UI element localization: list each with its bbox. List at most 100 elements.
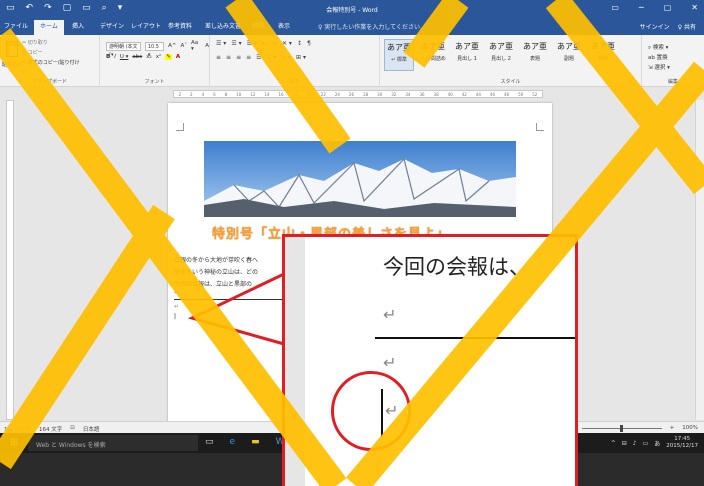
justify-button[interactable]: ≡ <box>246 54 251 61</box>
align-left-button[interactable]: ≡ <box>216 54 221 61</box>
word-count[interactable]: 164 文字 <box>39 425 62 433</box>
shading-button[interactable]: ◇ ▾ <box>281 54 291 61</box>
language-indicator[interactable]: 日本語 <box>83 425 100 433</box>
network-icon[interactable]: ⊟ <box>622 440 627 447</box>
font-size-select[interactable]: 10.5 ▾ <box>144 41 165 58</box>
show-hidden-icon[interactable]: ^ <box>611 440 616 447</box>
clock-date: 2015/12/17 <box>666 443 698 449</box>
align-right-button[interactable]: ≡ <box>236 54 241 61</box>
ruler-tick-label: 22 <box>320 92 326 97</box>
tab-file[interactable]: ファイル <box>4 22 28 31</box>
maximize-icon[interactable]: ▢ <box>664 3 672 13</box>
style-normal[interactable]: あア亜 ↵ 標準 <box>384 39 414 71</box>
tab-layout[interactable]: レイアウト <box>131 22 161 31</box>
taskbar-search[interactable]: Web と Windows を検索 <box>28 435 198 451</box>
page-count[interactable]: 1/1 ページ <box>4 425 31 433</box>
tab-insert[interactable]: 挿入 <box>72 22 84 31</box>
close-icon[interactable]: ✕ <box>691 3 698 13</box>
body-line[interactable]: 今回の会報は、立山と黒部の <box>174 279 252 288</box>
mountain-photo[interactable] <box>204 141 516 217</box>
numbering-button[interactable]: ☰ ▾ <box>231 40 241 47</box>
tab-references[interactable]: 参考資料 <box>168 22 192 31</box>
bold-button[interactable]: B <box>106 54 110 60</box>
change-case-button[interactable]: Aa ▾ <box>191 40 201 52</box>
keyboard-icon[interactable]: ▭ <box>643 440 649 447</box>
ribbon-display-icon[interactable]: ▭ <box>611 3 619 13</box>
vertical-ruler[interactable] <box>6 100 14 420</box>
show-marks-button[interactable]: ¶ <box>307 40 311 47</box>
find-button[interactable]: ⌕ 検索 ▾ <box>648 43 668 52</box>
style-no-spacing[interactable]: あア亜 ↵ 行間詰め <box>418 39 448 71</box>
tell-me-box[interactable]: ♀ 実行したい作業を入力してください... <box>318 22 426 31</box>
ruler-tick-label: 20 <box>306 92 312 97</box>
body-line[interactable]: 宿るという神秘の立山は、どの <box>174 267 258 276</box>
style-heading-1[interactable]: あア亜 見出し 1 <box>452 39 482 71</box>
account-area: サインイン ♀ 共有 <box>640 22 696 31</box>
ime-icon[interactable]: あ <box>654 439 660 448</box>
style-title[interactable]: あア亜 表題 <box>520 39 550 71</box>
select-button[interactable]: ⇲ 選択 ▾ <box>648 63 670 71</box>
vertical-scrollbar[interactable] <box>695 100 704 420</box>
explorer-icon[interactable]: ▬ <box>251 437 260 448</box>
distributed-button[interactable]: ☰ <box>256 54 261 61</box>
paragraph-group-label: 段落 <box>289 79 300 85</box>
strikethrough-button[interactable]: abc <box>132 54 142 60</box>
tab-review[interactable]: 校閲 <box>252 22 264 31</box>
zoom-callout-text: 今回の会報は、 <box>383 255 530 279</box>
style-heading-2[interactable]: あア亜 見出し 2 <box>486 39 516 71</box>
edge-icon[interactable]: e <box>230 437 236 448</box>
multilevel-list-button[interactable]: ☰ ▾ <box>247 40 257 47</box>
zoom-in-button[interactable]: + <box>670 425 675 431</box>
text-cursor: | <box>174 313 177 320</box>
font-name-select[interactable]: 游明朝 (本文(▾ <box>106 41 141 58</box>
share-button[interactable]: ♀ 共有 <box>678 22 696 31</box>
shrink-font-button[interactable]: Aˇ <box>181 43 188 49</box>
cut-button[interactable]: ✂ 切り取り <box>22 39 48 46</box>
zoom-slider-thumb[interactable] <box>619 424 623 432</box>
paste-button[interactable]: 貼り付け <box>2 61 22 68</box>
tab-design[interactable]: デザイン <box>100 22 124 31</box>
proofing-icon[interactable]: ⊡ <box>70 425 75 433</box>
format-painter-button[interactable]: ✎ 書式のコピー/貼り付け <box>22 59 79 66</box>
ruler-tick-label: 2 <box>190 92 193 97</box>
horizontal-ruler[interactable]: 2 2 4 6 8 10 12 14 16 18 20 22 24 26 28 30 32 34 36 38 40 42 4… <box>0 88 704 100</box>
line-spacing-button[interactable]: ↕ ▾ <box>267 54 277 61</box>
bullets-button[interactable]: ☰ ▾ <box>216 40 226 47</box>
tab-view[interactable]: 表示 <box>278 22 290 31</box>
body-line[interactable]: 白銀の冬から大地が芽吹く春へ <box>174 255 258 264</box>
ruler-scale: 2 2 4 6 8 10 12 14 16 18 20 22 24 26 28 30 32 34 36 38 40 42 4… <box>173 90 543 98</box>
font-color-icon[interactable]: A <box>176 54 180 60</box>
increase-indent-button[interactable]: ⇥ <box>272 40 277 47</box>
replace-button[interactable]: ab 置換 <box>648 53 668 61</box>
superscript-button[interactable]: x² <box>156 54 161 60</box>
zoom-slider[interactable] <box>581 424 662 432</box>
paste-icon[interactable] <box>6 41 18 57</box>
style-subtitle[interactable]: あア亜 副題 <box>554 39 584 71</box>
document-title: 会報特別号 - Word <box>326 7 378 14</box>
style-emphasis[interactable]: あア亜 斜体 <box>588 39 618 71</box>
italic-button[interactable]: I <box>114 54 116 60</box>
tab-mailings[interactable]: 差し込み文書 <box>205 22 241 31</box>
tab-home[interactable]: ホーム <box>34 20 64 35</box>
minimize-icon[interactable]: ─ <box>639 3 644 13</box>
borders-button[interactable]: ⊞ ▾ <box>296 54 306 61</box>
styles-group-label: スタイル <box>500 79 521 85</box>
clear-format-button[interactable]: A <box>205 43 209 49</box>
highlight-color-icon[interactable]: ✎ <box>165 54 172 60</box>
sort-button[interactable]: ↕ <box>297 40 302 47</box>
zoom-level[interactable]: 100% <box>682 425 698 431</box>
task-view-icon[interactable]: ▭ <box>205 437 214 448</box>
underline-button[interactable]: U ▾ <box>120 54 129 60</box>
copy-button[interactable]: ⎘ コピー <box>22 49 43 56</box>
signin-link[interactable]: サインイン <box>640 22 670 31</box>
subscript-button[interactable]: x₂ <box>146 54 151 60</box>
volume-icon[interactable]: ♪ <box>633 440 637 447</box>
grow-font-button[interactable]: A^ <box>168 43 176 49</box>
clock[interactable]: 17:45 2015/12/17 <box>666 436 698 450</box>
zoom-callout-margin <box>285 237 305 486</box>
decrease-indent-button[interactable]: ⇤ <box>262 40 267 47</box>
align-center-button[interactable]: ≡ <box>226 54 231 61</box>
ruler-tick-label: 44 <box>475 92 481 97</box>
asian-layout-button[interactable]: ✕ ▾ <box>282 40 292 47</box>
start-icon[interactable]: ⊞ <box>10 438 18 448</box>
